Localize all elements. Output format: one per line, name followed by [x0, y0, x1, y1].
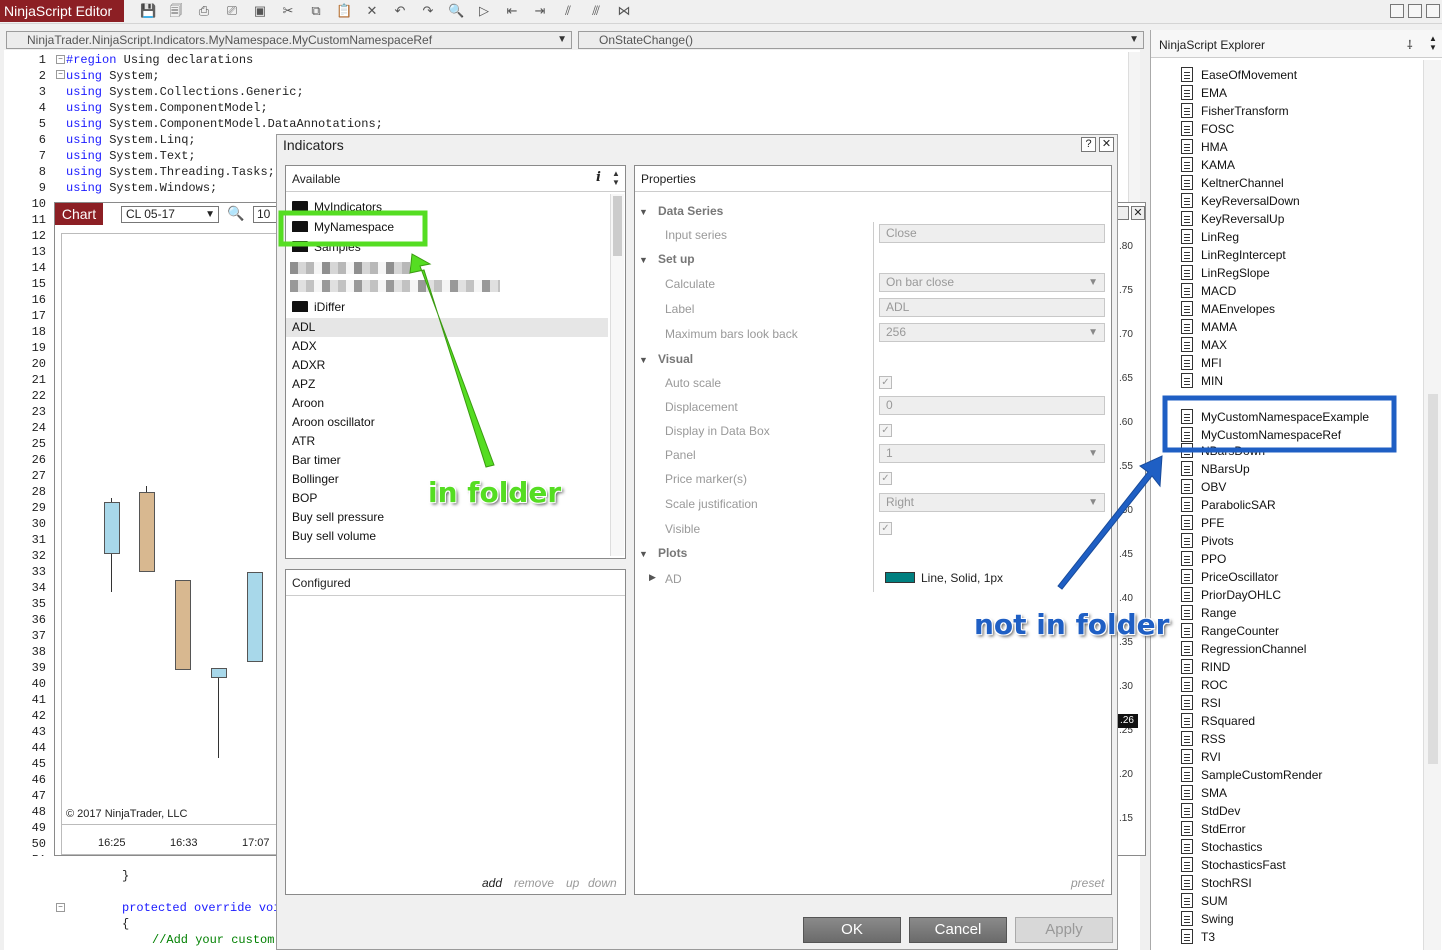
blue-arrow	[1057, 455, 1163, 590]
blue-highlight-box	[1162, 395, 1397, 453]
not-in-folder-label: not in folder	[974, 608, 1170, 641]
green-highlight-box	[278, 210, 428, 247]
green-arrow	[409, 253, 495, 468]
annotation-overlay	[278, 210, 1397, 590]
in-folder-label: in folder	[428, 476, 562, 509]
